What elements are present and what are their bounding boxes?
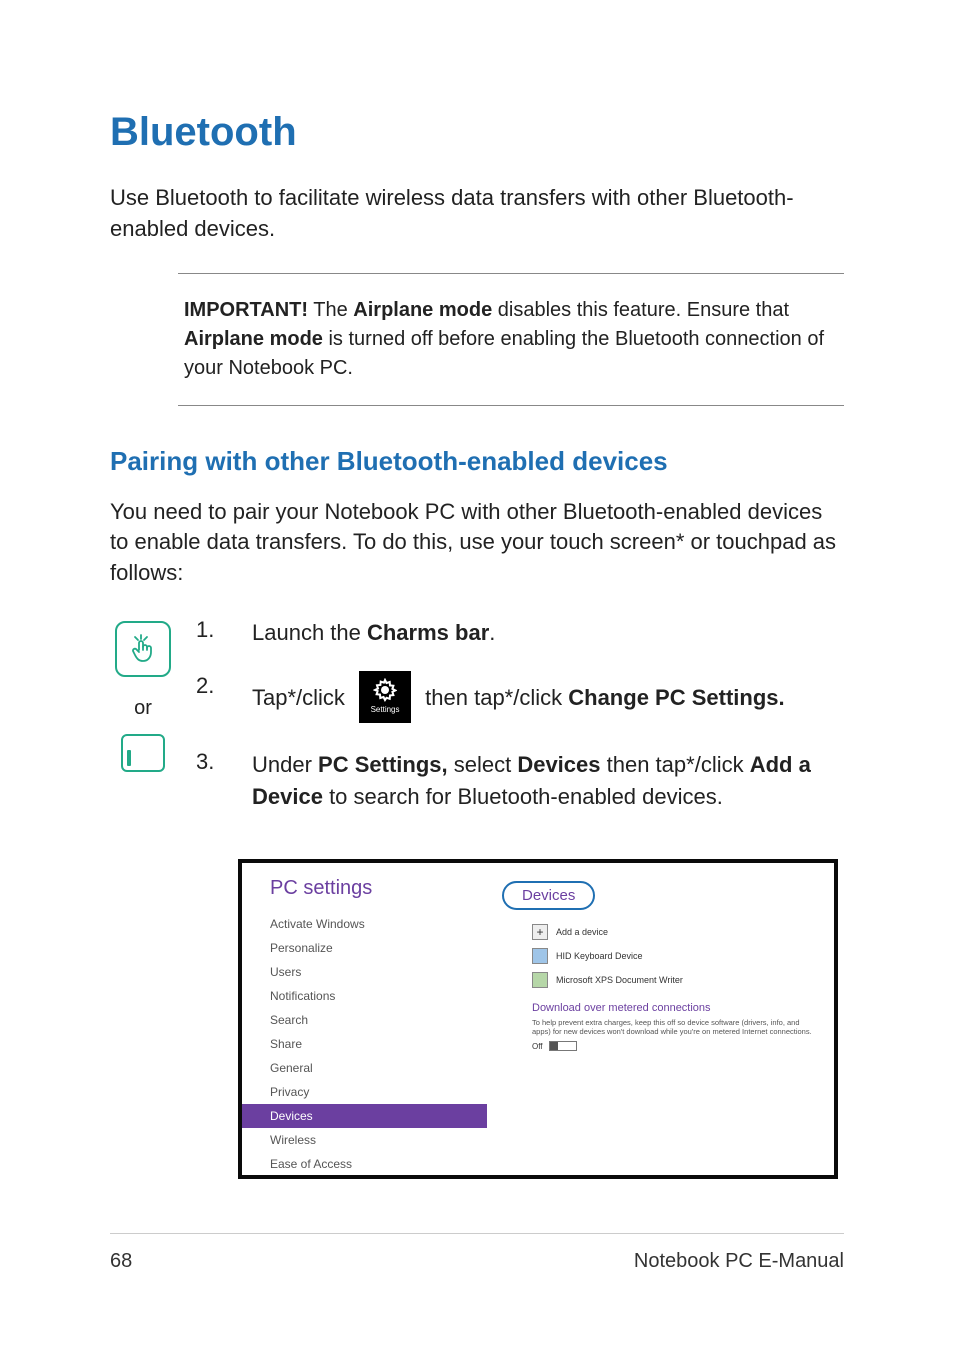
step-3-number: 3. bbox=[196, 749, 226, 813]
step-1-text-a: Launch the bbox=[252, 620, 367, 645]
ss-sidebar-item: Personalize bbox=[270, 936, 487, 960]
ss-metered-desc: To help prevent extra charges, keep this… bbox=[502, 1018, 816, 1038]
step-3-text-e: then tap*/click bbox=[601, 752, 750, 777]
or-label: or bbox=[134, 697, 152, 720]
step-3-text-a: Under bbox=[252, 752, 318, 777]
ss-add-label: Add a device bbox=[556, 927, 608, 937]
intro-paragraph: Use Bluetooth to facilitate wireless dat… bbox=[110, 183, 844, 245]
important-text-2: disables this feature. Ensure that bbox=[492, 299, 789, 321]
step-2-text-b: then tap*/click bbox=[425, 685, 568, 710]
ss-device-1-label: HID Keyboard Device bbox=[556, 951, 643, 961]
step-2-bold: Change PC Settings. bbox=[568, 685, 784, 710]
important-note: IMPORTANT! The Airplane mode disables th… bbox=[178, 273, 844, 406]
ss-devices-title: Devices bbox=[502, 881, 595, 910]
step-2-text-a: Tap*/click bbox=[252, 685, 351, 710]
ss-sidebar-item: Activate Windows bbox=[270, 912, 487, 936]
footer-title: Notebook PC E-Manual bbox=[634, 1250, 844, 1273]
section-heading: Pairing with other Bluetooth-enabled dev… bbox=[110, 446, 844, 477]
ss-sidebar-item: Search bbox=[270, 1008, 487, 1032]
important-bold-b: Airplane mode bbox=[184, 328, 323, 350]
step-3-text-g: to search for Bluetooth-enabled devices. bbox=[323, 784, 723, 809]
step-1-number: 1. bbox=[196, 617, 226, 649]
printer-icon bbox=[532, 972, 548, 988]
touch-icon bbox=[115, 621, 171, 677]
ss-toggle-label: Off bbox=[532, 1042, 543, 1051]
page-title: Bluetooth bbox=[110, 110, 844, 155]
important-label: IMPORTANT! bbox=[184, 299, 308, 321]
plus-icon: + bbox=[532, 924, 548, 940]
pairing-paragraph: You need to pair your Notebook PC with o… bbox=[110, 497, 844, 589]
ss-device-2: Microsoft XPS Document Writer bbox=[502, 972, 816, 988]
step-3-text-c: select bbox=[448, 752, 518, 777]
settings-charm-label: Settings bbox=[371, 704, 400, 716]
important-bold-a: Airplane mode bbox=[353, 299, 492, 321]
ss-sidebar-item: Users bbox=[270, 960, 487, 984]
ss-sidebar-item: Wireless bbox=[270, 1128, 487, 1152]
ss-metered-title: Download over metered connections bbox=[502, 1002, 816, 1014]
important-text-1: The bbox=[308, 299, 353, 321]
keyboard-icon bbox=[532, 948, 548, 964]
page-number: 68 bbox=[110, 1250, 132, 1273]
ss-sidebar-item: Privacy bbox=[270, 1080, 487, 1104]
settings-charm-icon: Settings bbox=[359, 671, 411, 723]
pc-settings-screenshot: PC settings Activate WindowsPersonalizeU… bbox=[238, 859, 838, 1179]
ss-sidebar-item: General bbox=[270, 1056, 487, 1080]
ss-add-device-row: + Add a device bbox=[502, 924, 816, 940]
step-1-bold: Charms bar bbox=[367, 620, 489, 645]
ss-sidebar-item: Devices bbox=[242, 1104, 487, 1128]
step-1-text-c: . bbox=[489, 620, 495, 645]
ss-heading: PC settings bbox=[270, 877, 487, 900]
start-tile-icon bbox=[121, 734, 165, 772]
ss-sidebar-item: Share bbox=[270, 1032, 487, 1056]
input-method-icons: or bbox=[110, 617, 176, 772]
ss-device-1: HID Keyboard Device bbox=[502, 948, 816, 964]
ss-sidebar-item: Notifications bbox=[270, 984, 487, 1008]
step-2-number: 2. bbox=[196, 673, 226, 725]
ss-device-2-label: Microsoft XPS Document Writer bbox=[556, 975, 683, 985]
ss-sidebar-item: Ease of Access bbox=[270, 1152, 487, 1176]
ss-toggle bbox=[549, 1041, 577, 1051]
step-3-bold-d: Devices bbox=[517, 752, 600, 777]
step-3-bold-b: PC Settings, bbox=[318, 752, 448, 777]
